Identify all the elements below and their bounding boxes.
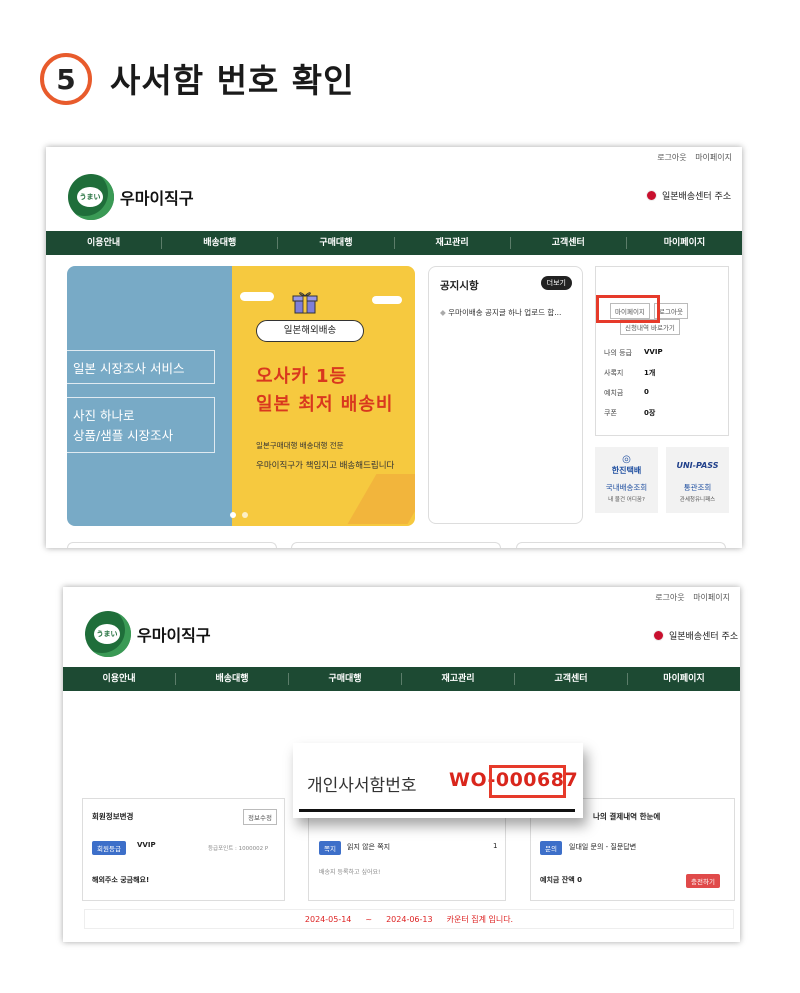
logout-link[interactable]: 로그아웃 <box>657 153 686 162</box>
site-logo[interactable]: うまい 우마이직구 <box>85 611 211 657</box>
japan-flag-icon <box>646 190 657 201</box>
cloud-icon <box>372 296 402 304</box>
date-note: 카운터 집계 입니다. <box>446 914 514 924</box>
mailbox-number-label: 개인사서함번호 <box>307 776 417 796</box>
banner-box-research: 일본 시장조사 서비스 <box>67 350 215 384</box>
banner-headline-1: 오사카 1등 <box>256 366 348 387</box>
tile-hanjin-tracking[interactable]: ◎ 한진택배 국내배송조회 내 물건 어디꿈? <box>595 447 658 513</box>
notice-panel: 공지시항 더보기 ◆ 우마이배송 공지글 하나 업로드 합... <box>428 266 583 524</box>
banner-sub-2: 우마이직구가 책임지고 배송해드립니다 <box>256 461 395 471</box>
bottom-card <box>67 542 277 548</box>
nav-support[interactable]: 고객센터 <box>511 237 627 249</box>
stripe-decoration <box>347 474 415 524</box>
nav-guide[interactable]: 이용안내 <box>46 237 163 249</box>
date-from: 2024-05-14 <box>304 914 352 924</box>
highlight-box <box>489 765 566 798</box>
top-links: 로그아웃 마이페이지 <box>649 592 730 603</box>
banner-right[interactable]: 일본해외배송 오사카 1등 일본 최저 배송비 일본구매대행 배송대행 전문 우… <box>232 266 415 526</box>
inquiry-tag: 문의 <box>540 841 562 855</box>
mailbox-number-callout: 개인사서함번호 WO-000687 <box>293 743 583 818</box>
info-row-coupon: 쿠폰 0장 <box>604 409 656 417</box>
address-question-link[interactable]: 해외주소 궁금해요! <box>92 875 149 885</box>
main-nav: 이용안내 배송대행 구매대행 재고관리 고객센터 마이페이지 <box>63 667 740 691</box>
nav-support[interactable]: 고객센터 <box>515 673 628 685</box>
unipass-logo-icon: UNI-PASS <box>676 461 719 470</box>
banner-sub-1: 일본구매대행 배송대행 전문 <box>256 441 344 450</box>
date-separator: ~ <box>365 914 373 924</box>
bullet-icon: ◆ <box>440 308 449 317</box>
step-title: 사서함 번호 확인 <box>110 61 355 100</box>
charge-button[interactable]: 충전하기 <box>686 874 720 888</box>
banner-pagination <box>230 512 254 518</box>
date-to: 2024-06-13 <box>386 914 433 924</box>
info-row-deposit: 예치금 0 <box>604 388 649 397</box>
site-logo[interactable]: うまい 우마이직구 <box>68 174 194 220</box>
jp-center-link[interactable]: 일본배송센터 주소 <box>646 189 731 202</box>
grade-points: 등급포인트 : 1000002 P <box>208 846 269 852</box>
japan-flag-icon <box>653 630 664 641</box>
logo-icon: うまい <box>68 174 114 220</box>
nav-shipping[interactable]: 배송대행 <box>162 237 279 249</box>
message-preview[interactable]: 배송지 등록하고 싶어요! <box>319 867 380 876</box>
logout-link[interactable]: 로그아웃 <box>655 593 684 602</box>
logo-text: 우마이직구 <box>137 626 211 645</box>
jp-center-label: 일본배송센터 주소 <box>662 192 732 202</box>
edit-info-button[interactable]: 정보수정 <box>243 809 277 825</box>
main-nav: 이용안내 배송대행 구매대행 재고관리 고객센터 마이페이지 <box>46 231 742 255</box>
nav-purchase[interactable]: 구매대행 <box>289 673 402 685</box>
nav-guide[interactable]: 이용안내 <box>63 673 176 685</box>
notice-title: 공지시항 <box>440 280 479 292</box>
nav-inventory[interactable]: 재고관리 <box>395 237 511 249</box>
unread-message-label[interactable]: 읽지 않은 쪽지 <box>347 842 390 852</box>
banner-box-photo: 사진 하나로 상품/샘플 시장조사 <box>67 397 215 453</box>
pagination-dot[interactable] <box>242 512 248 518</box>
jp-center-label: 일본배송센터 주소 <box>669 632 739 642</box>
nav-shipping[interactable]: 배송대행 <box>176 673 289 685</box>
tile-unipass-customs[interactable]: UNI-PASS 통관조회 관세청유니패스 <box>666 447 729 513</box>
nav-mypage[interactable]: 마이페이지 <box>628 673 740 685</box>
hanjin-logo-icon: ◎ 한진택배 <box>611 454 642 475</box>
notice-item[interactable]: ◆ 우마이배송 공지글 하나 업로드 합... <box>440 307 561 318</box>
member-info-title: 회원정보변경 <box>92 812 134 821</box>
grade-value: VVIP <box>137 841 156 849</box>
member-info-card: 회원정보변경 정보수정 회원등급 VVIP 등급포인트 : 1000002 P … <box>82 798 285 901</box>
top-links: 로그아웃 마이페이지 <box>651 152 732 163</box>
bottom-card <box>291 542 501 548</box>
my-info-panel: 마이페이지 로그아웃 신청내역 바로가기 나의 등급 VVIP 사록지 1개 예치금… <box>595 266 729 436</box>
cloud-icon <box>240 292 274 301</box>
date-range-bar: 2024-05-14 ~ 2024-06-13 카운터 집계 입니다. <box>84 909 734 929</box>
grade-tag: 회원등급 <box>92 841 126 855</box>
inquiry-link[interactable]: 일대일 문의 - 질문답변 <box>569 842 636 852</box>
step-number-badge: 5 <box>40 53 92 105</box>
nav-inventory[interactable]: 재고관리 <box>402 673 515 685</box>
nav-mypage[interactable]: 마이페이지 <box>627 237 742 249</box>
bottom-card <box>516 542 726 548</box>
banner-left[interactable]: 일본 시장조사 서비스 사진 하나로 상품/샘플 시장조사 <box>67 266 232 526</box>
info-row-grade: 나의 등급 VVIP <box>604 348 663 357</box>
nav-purchase[interactable]: 구매대행 <box>278 237 395 249</box>
logo-icon: うまい <box>85 611 131 657</box>
jp-center-link[interactable]: 일본배송센터 주소 <box>653 629 738 642</box>
mypage-link[interactable]: 마이페이지 <box>693 593 730 602</box>
message-tag: 쪽지 <box>319 841 341 855</box>
unread-message-count: 1 <box>493 842 498 850</box>
pagination-dot[interactable] <box>230 512 236 518</box>
underline-divider <box>299 809 575 812</box>
logo-text: 우마이직구 <box>120 189 194 208</box>
pill-label: 일본해외배송 <box>256 320 364 342</box>
gift-icon <box>292 290 318 314</box>
screenshot-main-page: 로그아웃 마이페이지 うまい 우마이직구 일본배송센터 주소 이용안내 배송대행… <box>46 147 742 548</box>
banner-headline-2: 일본 최저 배송비 <box>256 394 394 415</box>
highlight-box <box>596 295 660 323</box>
more-button[interactable]: 더보기 <box>540 276 572 290</box>
mypage-link[interactable]: 마이페이지 <box>695 153 732 162</box>
deposit-balance: 예치금 잔액 0 <box>540 876 582 884</box>
info-row-address: 사록지 1개 <box>604 369 656 377</box>
payment-title: 나의 결제내역 한눈에 <box>593 812 661 821</box>
